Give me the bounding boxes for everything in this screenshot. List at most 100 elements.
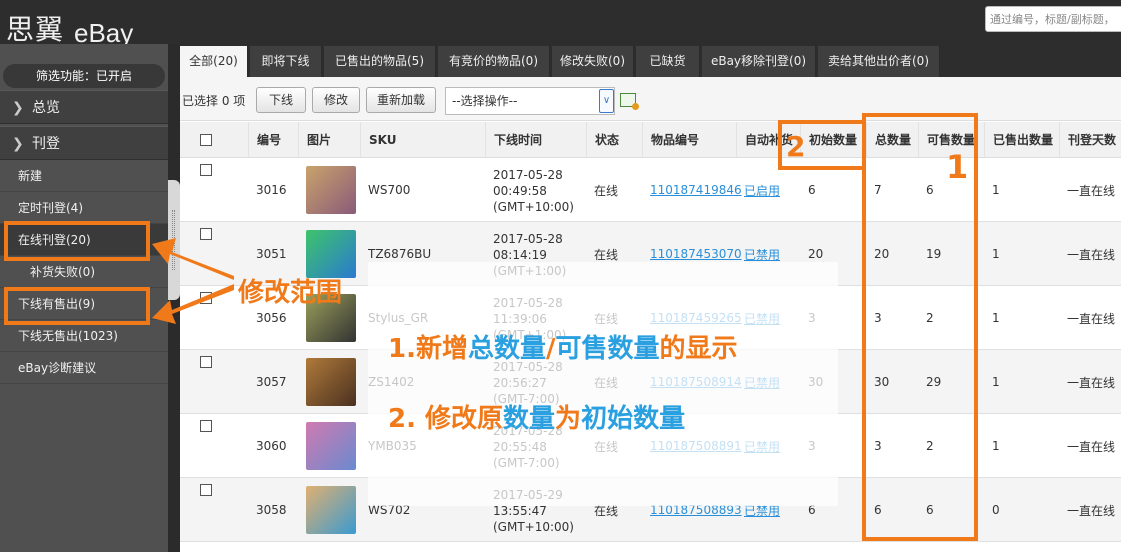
sold-qty-cell: 0	[984, 478, 1059, 542]
tab-out-of-stock[interactable]: 已缺货	[636, 46, 700, 77]
product-thumbnail-cell	[298, 478, 360, 542]
arrow-to-online-listing	[152, 238, 234, 280]
listing-sku: TZ6876BU	[368, 247, 432, 261]
item-number-link[interactable]: 110187453070	[650, 247, 742, 261]
reload-button[interactable]: 重新加载	[366, 87, 436, 113]
tab-second-chance[interactable]: 卖给其他出价者(0)	[818, 46, 940, 77]
sold-qty-cell: 1	[984, 286, 1059, 350]
sold-qty: 1	[992, 439, 1000, 453]
product-thumbnail[interactable]	[306, 230, 356, 278]
row-checkbox[interactable]	[200, 420, 212, 432]
selected-count: 已选择 0 项	[182, 94, 246, 108]
tab-bar: 全部(20) 即将下线 已售出的物品(5) 有竞价的物品(0) 修改失败(0) …	[180, 44, 1121, 77]
note1-available: 可售数量	[555, 334, 660, 364]
arrow-to-offline-sold	[152, 284, 234, 324]
listing-id: 3051	[256, 247, 287, 261]
listing-days-cell: 一直在线	[1059, 222, 1121, 286]
annotation-note-1: 1.新增总数量/可售数量的显示	[388, 328, 738, 365]
item-number-link-cell: 110187419846	[642, 158, 742, 222]
sidebar-section-label: 总览	[32, 100, 60, 116]
annotation-marker-2: 2	[786, 130, 806, 163]
row-checkbox[interactable]	[200, 356, 212, 368]
annotation-backdrop	[368, 262, 838, 506]
auto-restock-link[interactable]: 已启用	[744, 182, 780, 199]
listing-days: 一直在线	[1067, 247, 1116, 262]
auto-restock-link[interactable]: 已禁用	[744, 246, 780, 263]
filter-status-button[interactable]: 筛选功能：已开启	[3, 64, 165, 88]
edit-button[interactable]: 修改	[312, 87, 360, 113]
initial-qty: 20	[808, 247, 824, 261]
sidebar-section-overview[interactable]: ❯ 总览	[0, 90, 168, 124]
column-header-listing-days[interactable]: 刊登天数	[1059, 122, 1121, 158]
chevron-right-icon: ❯	[12, 136, 24, 152]
product-thumbnail[interactable]	[306, 358, 356, 406]
listing-status-cell: 在线	[586, 158, 642, 222]
table-row[interactable]: 3016 WS700 2017-05-28 00:49:58 (GMT+10:00) 在线…	[180, 158, 1121, 222]
offline-tz: (GMT+10:00)	[493, 520, 574, 534]
column-header-status: 状态	[586, 122, 642, 158]
tab-edit-failed[interactable]: 修改失败(0)	[552, 46, 634, 77]
annotation-box-offline-sold	[4, 287, 150, 325]
sold-qty: 1	[992, 311, 1000, 325]
offline-time-cell: 2017-05-28 00:49:58 (GMT+10:00)	[485, 158, 586, 222]
listing-sku-cell: WS700	[360, 158, 485, 222]
offline-date: 2017-05-28	[493, 232, 563, 246]
tab-sold[interactable]: 已售出的物品(5)	[324, 46, 436, 77]
sidebar-item-diagnostics[interactable]: eBay诊断建议	[0, 352, 168, 384]
listing-days: 一直在线	[1067, 503, 1116, 518]
tab-ending-soon[interactable]: 即将下线	[250, 46, 322, 77]
sidebar-section-listing[interactable]: ❯ 刊登	[0, 126, 168, 160]
listing-id-cell: 3058	[248, 478, 298, 542]
note2-initial: 初始数量	[581, 404, 686, 434]
product-thumbnail[interactable]	[306, 166, 356, 214]
column-header-item-number[interactable]: 物品编号	[642, 122, 736, 158]
column-header-id[interactable]: 编号	[248, 122, 298, 158]
toolbar: 已选择 0 项 下线 修改 重新加载 --选择操作-- ∨	[180, 77, 1121, 121]
search-input[interactable]: 通过编号，标题/副标题，	[985, 6, 1121, 32]
product-thumbnail-cell	[298, 414, 360, 478]
note1-total: 总数量	[467, 334, 546, 364]
offline-date: 2017-05-28	[493, 168, 563, 182]
tab-with-bids[interactable]: 有竞价的物品(0)	[438, 46, 550, 77]
listing-id: 3057	[256, 375, 287, 389]
column-header-sold-qty[interactable]: 已售出数量	[984, 122, 1059, 158]
listing-id-cell: 3016	[248, 158, 298, 222]
listing-days: 一直在线	[1067, 439, 1116, 454]
note2-prefix: 2. 修改原	[388, 404, 504, 434]
sold-qty-cell: 1	[984, 222, 1059, 286]
sold-qty-cell: 1	[984, 414, 1059, 478]
listing-days: 一直在线	[1067, 375, 1116, 390]
sidebar-section-label: 刊登	[32, 136, 60, 152]
annotation-note-2: 2. 修改原数量为初始数量	[388, 398, 685, 435]
sidebar-item-new[interactable]: 新建	[0, 160, 168, 192]
row-select-cell-cell	[180, 158, 248, 222]
tab-ebay-removed[interactable]: eBay移除刊登(0)	[702, 46, 816, 77]
listing-status: 在线	[594, 247, 619, 262]
listing-id: 3056	[256, 311, 287, 325]
product-thumbnail-cell	[298, 158, 360, 222]
product-thumbnail[interactable]	[306, 422, 356, 470]
offline-button[interactable]: 下线	[256, 87, 306, 113]
product-thumbnail[interactable]	[306, 486, 356, 534]
export-excel-icon[interactable]	[620, 93, 639, 110]
logo-chinese: 思翼	[6, 13, 65, 46]
note1-suffix: 的显示	[659, 334, 738, 364]
item-number-link[interactable]: 110187419846	[650, 183, 742, 197]
chevron-down-icon: ∨	[599, 89, 614, 113]
row-select-cell-cell	[180, 414, 248, 478]
listing-days-cell: 一直在线	[1059, 158, 1121, 222]
action-select[interactable]: --选择操作-- ∨	[445, 87, 615, 115]
product-thumbnail-cell	[298, 350, 360, 414]
column-header-sku[interactable]: SKU	[360, 122, 485, 158]
listing-status: 在线	[594, 183, 619, 198]
sidebar-item-scheduled[interactable]: 定时刊登(4)	[0, 192, 168, 224]
sold-qty: 1	[992, 183, 1000, 197]
note2-mid: 为	[555, 404, 582, 434]
column-header-offline-time[interactable]: 下线时间	[485, 122, 586, 158]
tab-all[interactable]: 全部(20)	[180, 46, 248, 77]
app-logo: 思翼 eBay	[6, 8, 166, 48]
select-all-checkbox[interactable]	[200, 134, 212, 146]
row-checkbox[interactable]	[200, 164, 212, 176]
listing-id-cell: 3057	[248, 350, 298, 414]
row-checkbox[interactable]	[200, 484, 212, 496]
